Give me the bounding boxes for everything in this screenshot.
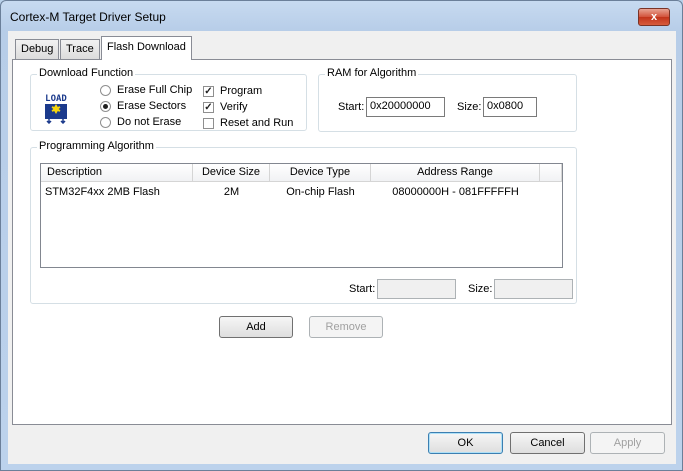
- algo-start-input[interactable]: [377, 279, 456, 299]
- ram-for-algorithm-title: RAM for Algorithm: [325, 67, 419, 79]
- column-device-size[interactable]: Device Size: [193, 164, 270, 182]
- window-title: Cortex-M Target Driver Setup: [10, 10, 166, 24]
- ok-button[interactable]: OK: [428, 432, 503, 454]
- row-description: STM32F4xx 2MB Flash: [45, 186, 160, 198]
- algo-size-label: Size:: [468, 283, 493, 295]
- dialog-window: Cortex-M Target Driver Setup x Debug Tra…: [0, 0, 683, 471]
- cancel-button[interactable]: Cancel: [510, 432, 585, 454]
- row-device-size: 2M: [223, 186, 240, 198]
- row-device-type: On-chip Flash: [286, 186, 355, 198]
- radio-do-not-erase[interactable]: Do not Erase: [100, 115, 181, 129]
- radio-label: Erase Sectors: [117, 100, 187, 112]
- algorithm-list[interactable]: Description Device Size Device Type Addr…: [40, 163, 563, 268]
- algo-size-input[interactable]: [494, 279, 573, 299]
- column-device-type[interactable]: Device Type: [270, 164, 371, 182]
- tab-trace[interactable]: Trace: [60, 39, 100, 59]
- checkbox-label: Verify: [220, 101, 248, 113]
- checkbox-label: Reset and Run: [220, 117, 294, 129]
- load-icon: LOAD: [40, 92, 72, 124]
- radio-erase-full-chip[interactable]: Erase Full Chip: [100, 83, 192, 97]
- column-description[interactable]: Description: [41, 164, 193, 182]
- add-button[interactable]: Add: [219, 316, 293, 338]
- close-button[interactable]: x: [638, 8, 670, 26]
- checkbox-indicator[interactable]: [203, 117, 214, 129]
- download-function-title: Download Function: [37, 67, 136, 79]
- checkbox-label: Program: [220, 85, 263, 97]
- checkbox-indicator[interactable]: ✓: [203, 85, 214, 97]
- radio-indicator[interactable]: [100, 116, 111, 128]
- title-bar[interactable]: Cortex-M Target Driver Setup x: [1, 1, 682, 31]
- tab-flash-download[interactable]: Flash Download: [101, 36, 192, 60]
- checkbox-reset-and-run[interactable]: Reset and Run: [203, 116, 293, 130]
- algo-start-label: Start:: [349, 283, 376, 295]
- radio-indicator[interactable]: [100, 84, 111, 96]
- row-address-range: 08000000H - 081FFFFFH: [392, 186, 519, 198]
- ram-start-label: Start:: [338, 101, 365, 113]
- ram-start-input[interactable]: 0x20000000: [366, 97, 445, 117]
- tab-debug[interactable]: Debug: [15, 39, 60, 59]
- radio-label: Do not Erase: [117, 116, 182, 128]
- radio-label: Erase Full Chip: [117, 84, 193, 96]
- column-filler: [540, 164, 562, 182]
- ram-for-algorithm-group: RAM for Algorithm Start: 0x20000000 Size…: [318, 67, 577, 132]
- programming-algorithm-group: Programming Algorithm Description Device…: [30, 140, 577, 304]
- column-address-range[interactable]: Address Range: [371, 164, 540, 182]
- remove-button[interactable]: Remove: [309, 316, 383, 338]
- apply-button[interactable]: Apply: [590, 432, 665, 454]
- radio-indicator[interactable]: [100, 100, 111, 112]
- checkbox-indicator[interactable]: ✓: [203, 101, 214, 113]
- programming-algorithm-title: Programming Algorithm: [37, 140, 156, 152]
- algorithm-list-header: Description Device Size Device Type Addr…: [41, 164, 562, 182]
- dialog-client-area: Debug Trace Flash Download Download Func…: [8, 31, 676, 464]
- ram-size-input[interactable]: 0x0800: [483, 97, 537, 117]
- ram-size-label: Size:: [457, 101, 482, 113]
- radio-erase-sectors[interactable]: Erase Sectors: [100, 99, 186, 113]
- checkbox-verify[interactable]: ✓ Verify: [203, 100, 248, 114]
- load-icon-text: LOAD: [45, 94, 67, 104]
- flash-download-panel: Download Function LOAD Erase Full Chip E…: [12, 59, 672, 425]
- checkbox-program[interactable]: ✓ Program: [203, 84, 262, 98]
- download-function-group: Download Function LOAD Erase Full Chip E…: [30, 67, 307, 131]
